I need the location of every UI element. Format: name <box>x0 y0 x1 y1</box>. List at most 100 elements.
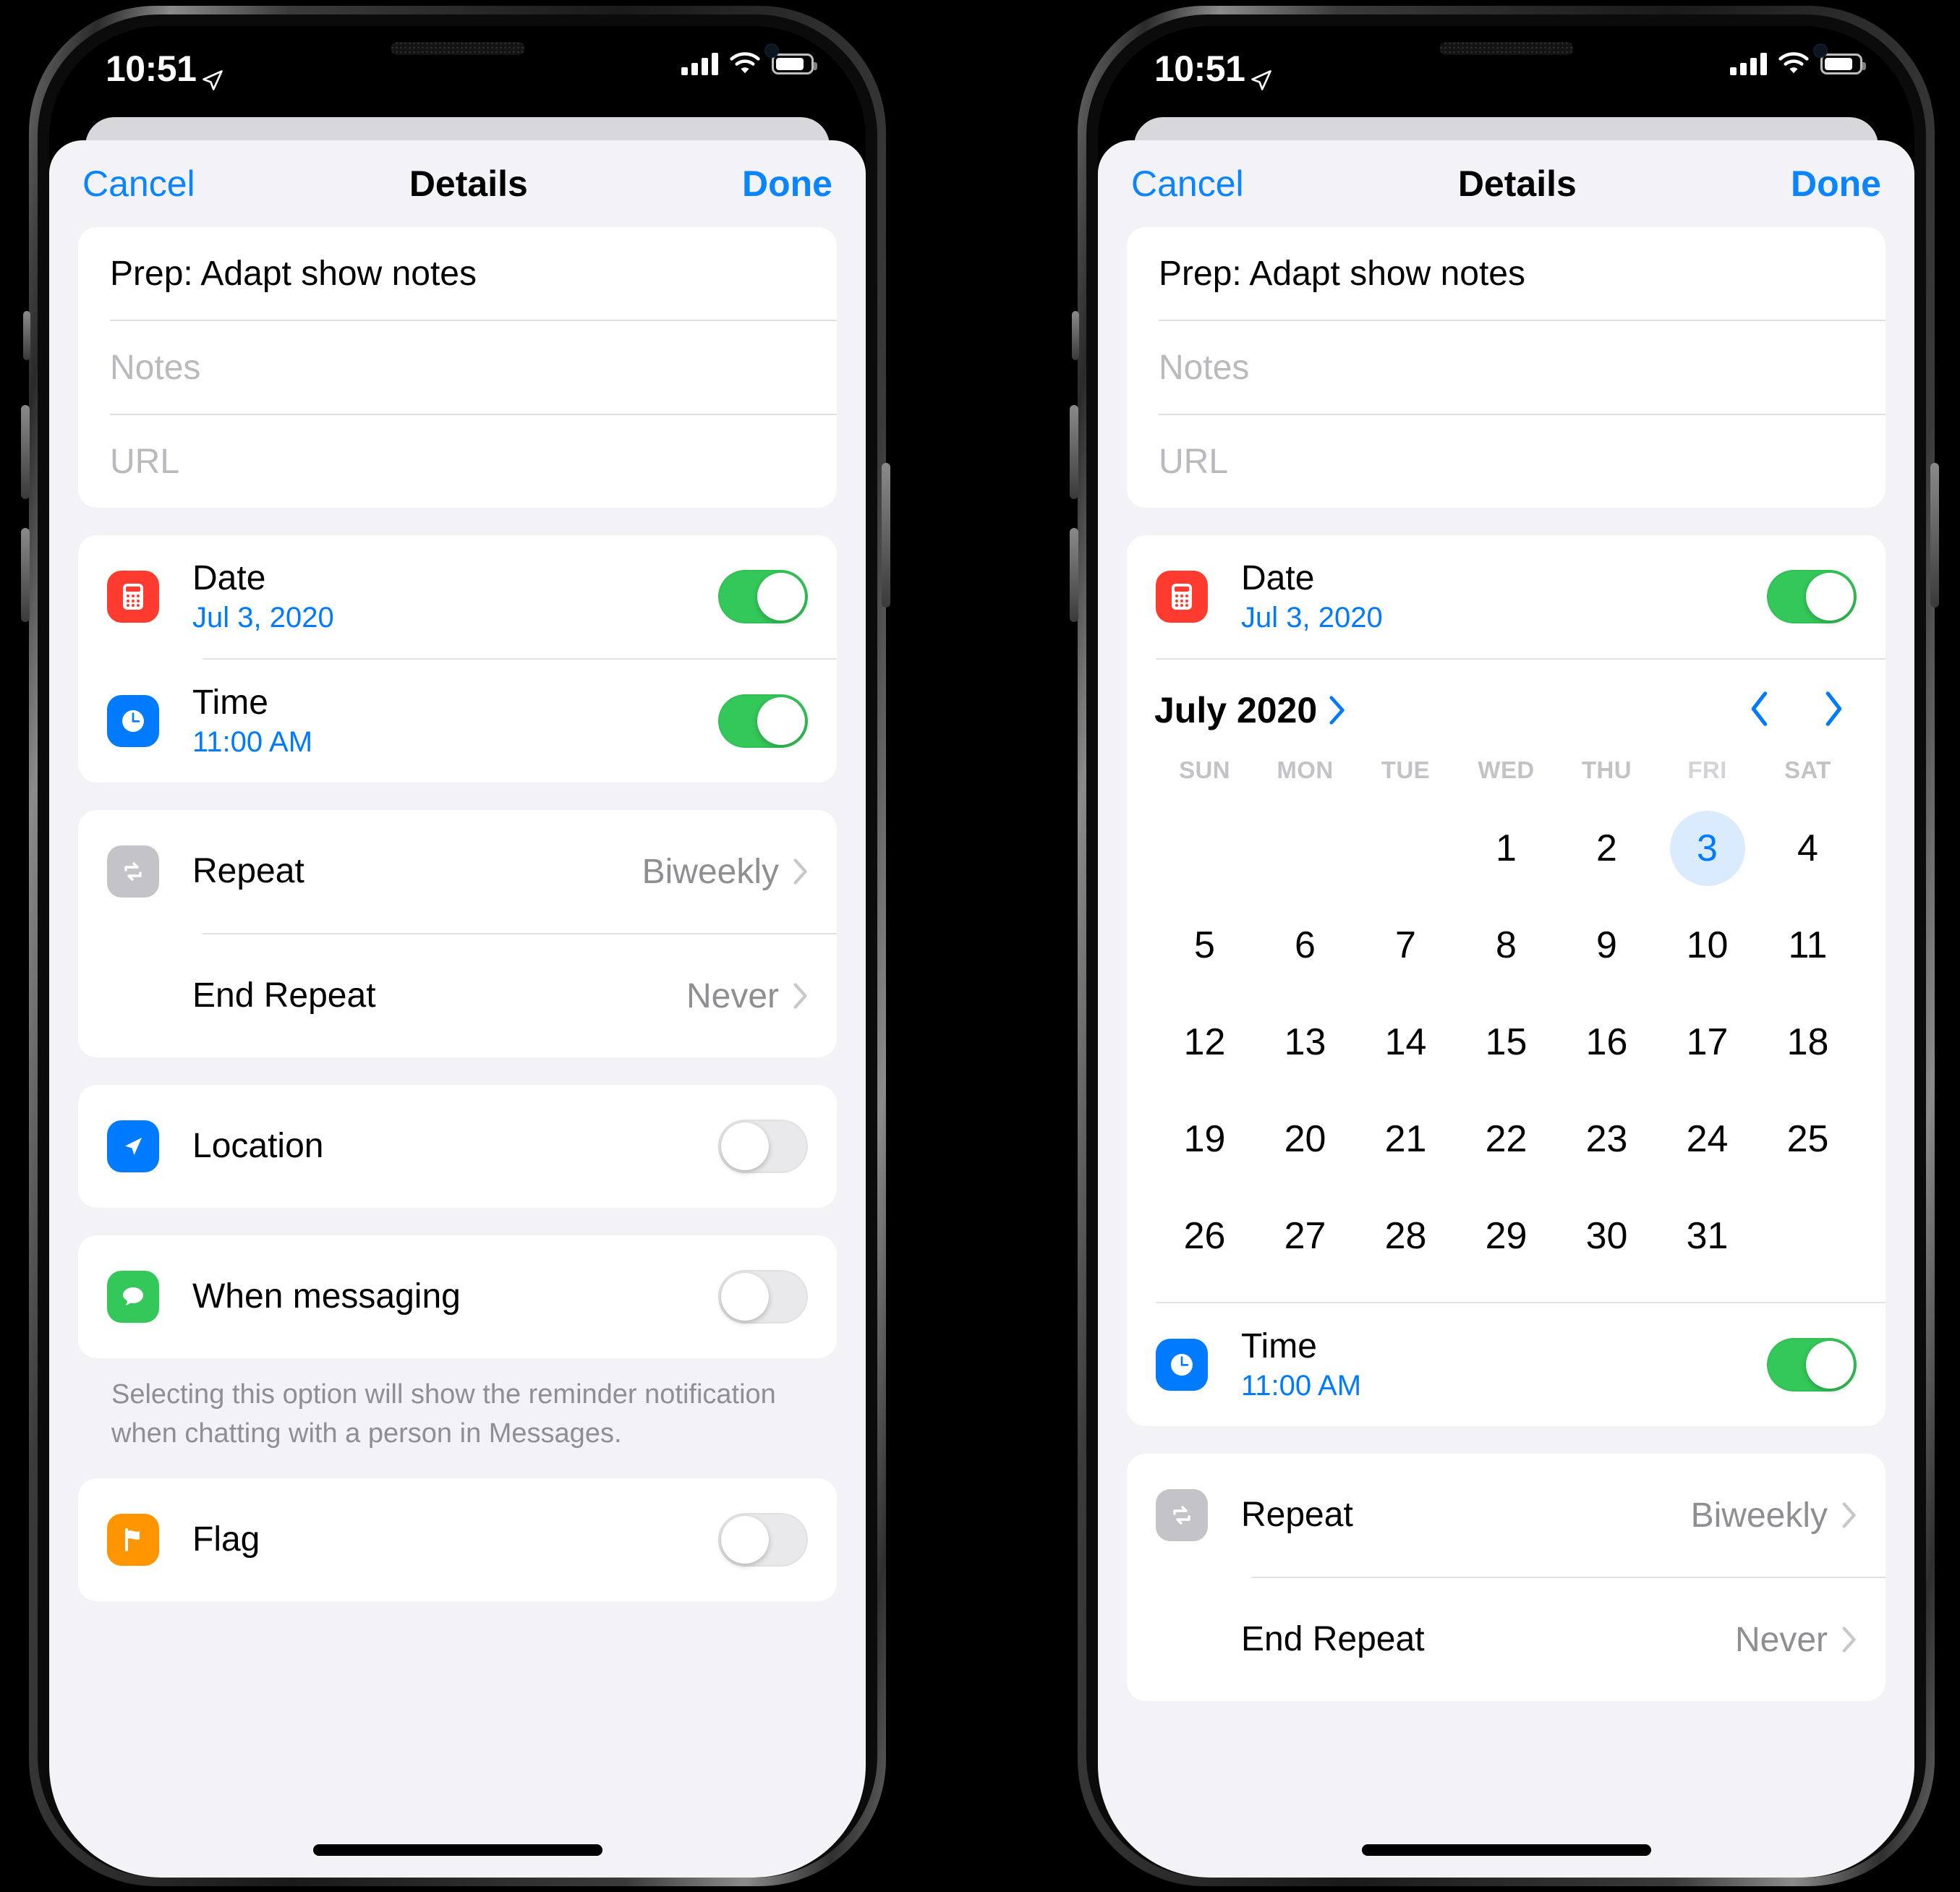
row-time[interactable]: Time 11:00 AM <box>78 660 837 783</box>
location-toggle[interactable] <box>718 1120 808 1173</box>
calendar-day-28[interactable]: 28 <box>1355 1188 1456 1284</box>
calendar-day-17[interactable]: 17 <box>1657 994 1757 1091</box>
calendar-day-5[interactable]: 5 <box>1154 897 1255 994</box>
done-button[interactable]: Done <box>1791 163 1881 205</box>
power-button[interactable] <box>1930 463 1939 608</box>
calendar-day-31[interactable]: 31 <box>1657 1188 1757 1284</box>
calendar-day-19[interactable]: 19 <box>1154 1091 1255 1188</box>
calendar-day-8[interactable]: 8 <box>1456 897 1556 994</box>
calendar-weekday-sun: SUN <box>1179 757 1230 783</box>
calendar-day-18[interactable]: 18 <box>1757 994 1858 1091</box>
calendar-day-6[interactable]: 6 <box>1255 897 1355 994</box>
home-indicator[interactable] <box>312 1844 602 1856</box>
time-toggle[interactable] <box>718 694 808 748</box>
calendar-day-13[interactable]: 13 <box>1255 994 1355 1091</box>
previous-month-button[interactable] <box>1748 691 1770 730</box>
calendar-weekday-sat: SAT <box>1784 757 1831 783</box>
row-end-repeat[interactable]: End Repeat Never <box>78 934 837 1057</box>
reminder-title-input[interactable]: Prep: Adapt show notes <box>78 227 837 320</box>
calendar-day-9[interactable]: 9 <box>1556 897 1657 994</box>
url-input[interactable]: URL <box>78 415 837 508</box>
toggle-knob <box>1806 573 1854 621</box>
notes-input[interactable]: Notes <box>1127 321 1886 414</box>
row-time[interactable]: Time 11:00 AM <box>1127 1303 1886 1426</box>
cellular-signal-icon <box>1730 52 1767 75</box>
calendar-day-26[interactable]: 26 <box>1154 1188 1255 1284</box>
date-toggle[interactable] <box>718 570 808 623</box>
volume-down-button[interactable] <box>1070 528 1078 622</box>
toggle-knob <box>721 1515 769 1564</box>
row-date[interactable]: Date Jul 3, 2020 <box>1127 535 1886 658</box>
battery-icon <box>772 53 817 74</box>
volume-up-button[interactable] <box>21 405 30 499</box>
reminder-title-input[interactable]: Prep: Adapt show notes <box>1127 227 1886 320</box>
row-location[interactable]: Location <box>78 1085 837 1208</box>
row-repeat-value: Biweekly <box>1690 1496 1828 1535</box>
calendar-day-21[interactable]: 21 <box>1355 1091 1456 1188</box>
row-date[interactable]: Date Jul 3, 2020 <box>78 535 837 658</box>
calendar-day-27[interactable]: 27 <box>1255 1188 1355 1284</box>
time-toggle[interactable] <box>1767 1338 1857 1392</box>
volume-down-button[interactable] <box>21 528 30 622</box>
calendar-month-button[interactable]: July 2020 <box>1154 689 1346 731</box>
silent-switch[interactable] <box>23 311 30 360</box>
calendar-day-29[interactable]: 29 <box>1456 1188 1556 1284</box>
calendar-day-label: 20 <box>1284 1118 1326 1160</box>
row-end-repeat-label: End Repeat <box>1241 1620 1425 1659</box>
calendar-day-label: 1 <box>1496 827 1517 869</box>
date-toggle[interactable] <box>1767 570 1857 623</box>
cellular-signal-icon <box>681 52 718 75</box>
row-repeat[interactable]: Repeat Biweekly <box>78 810 837 933</box>
row-date-value[interactable]: Jul 3, 2020 <box>192 602 718 634</box>
battery-icon <box>1820 53 1866 74</box>
silent-switch[interactable] <box>1072 311 1079 360</box>
calendar-day-14[interactable]: 14 <box>1355 994 1456 1091</box>
url-input[interactable]: URL <box>1127 415 1886 508</box>
calendar-day-25[interactable]: 25 <box>1757 1091 1858 1188</box>
calendar-day-16[interactable]: 16 <box>1556 994 1657 1091</box>
volume-up-button[interactable] <box>1070 405 1078 499</box>
calendar-day-3[interactable]: 3 <box>1657 800 1757 897</box>
calendar-day-30[interactable]: 30 <box>1556 1188 1657 1284</box>
cancel-button[interactable]: Cancel <box>82 163 195 205</box>
calendar-day-7[interactable]: 7 <box>1355 897 1456 994</box>
calendar-day-10[interactable]: 10 <box>1657 897 1757 994</box>
calendar-day-24[interactable]: 24 <box>1657 1091 1757 1188</box>
cancel-button[interactable]: Cancel <box>1131 163 1244 205</box>
calendar-day-20[interactable]: 20 <box>1255 1091 1355 1188</box>
calendar-day-label: 7 <box>1395 924 1416 966</box>
notes-input[interactable]: Notes <box>78 321 837 414</box>
power-button[interactable] <box>882 463 890 608</box>
calendar-day-label: 22 <box>1485 1118 1527 1160</box>
row-time-value[interactable]: 11:00 AM <box>1241 1370 1767 1402</box>
row-when-messaging-label: When messaging <box>192 1277 461 1316</box>
calendar-day-4[interactable]: 4 <box>1757 800 1858 897</box>
calendar-day-12[interactable]: 12 <box>1154 994 1255 1091</box>
calendar-day-2[interactable]: 2 <box>1556 800 1657 897</box>
calendar-day-11[interactable]: 11 <box>1757 897 1858 994</box>
next-month-button[interactable] <box>1823 691 1845 730</box>
home-indicator[interactable] <box>1361 1844 1651 1856</box>
messaging-footnote: Selecting this option will show the remi… <box>111 1379 776 1449</box>
row-flag[interactable]: Flag <box>78 1478 837 1601</box>
row-repeat[interactable]: Repeat Biweekly <box>1127 1454 1886 1577</box>
row-when-messaging[interactable]: When messaging <box>78 1235 837 1358</box>
row-date-value[interactable]: Jul 3, 2020 <box>1241 602 1767 634</box>
location-arrow-icon <box>1250 58 1272 90</box>
done-button[interactable]: Done <box>742 163 832 205</box>
calendar-day-label: 14 <box>1384 1021 1427 1063</box>
calendar-day-1[interactable]: 1 <box>1456 800 1556 897</box>
flag-toggle[interactable] <box>718 1512 808 1567</box>
calendar-day-label: 5 <box>1194 924 1215 966</box>
row-repeat-label: Repeat <box>192 852 304 891</box>
clock-icon <box>107 695 159 747</box>
calendar-day-23[interactable]: 23 <box>1556 1091 1657 1188</box>
calendar-day-22[interactable]: 22 <box>1456 1091 1556 1188</box>
row-end-repeat[interactable]: End Repeat Never <box>1127 1578 1886 1701</box>
calendar-day-grid: 1 2 3 4 5 6 7 8 9 10 11 12 13 14 15 16 17 18 19 20 21 22 23 24 2… <box>1154 800 1858 1284</box>
earpiece-speaker <box>391 42 524 55</box>
chevron-right-icon <box>1842 1627 1857 1653</box>
when-messaging-toggle[interactable] <box>718 1270 808 1324</box>
calendar-day-15[interactable]: 15 <box>1456 994 1556 1091</box>
row-time-value[interactable]: 11:00 AM <box>192 726 718 759</box>
